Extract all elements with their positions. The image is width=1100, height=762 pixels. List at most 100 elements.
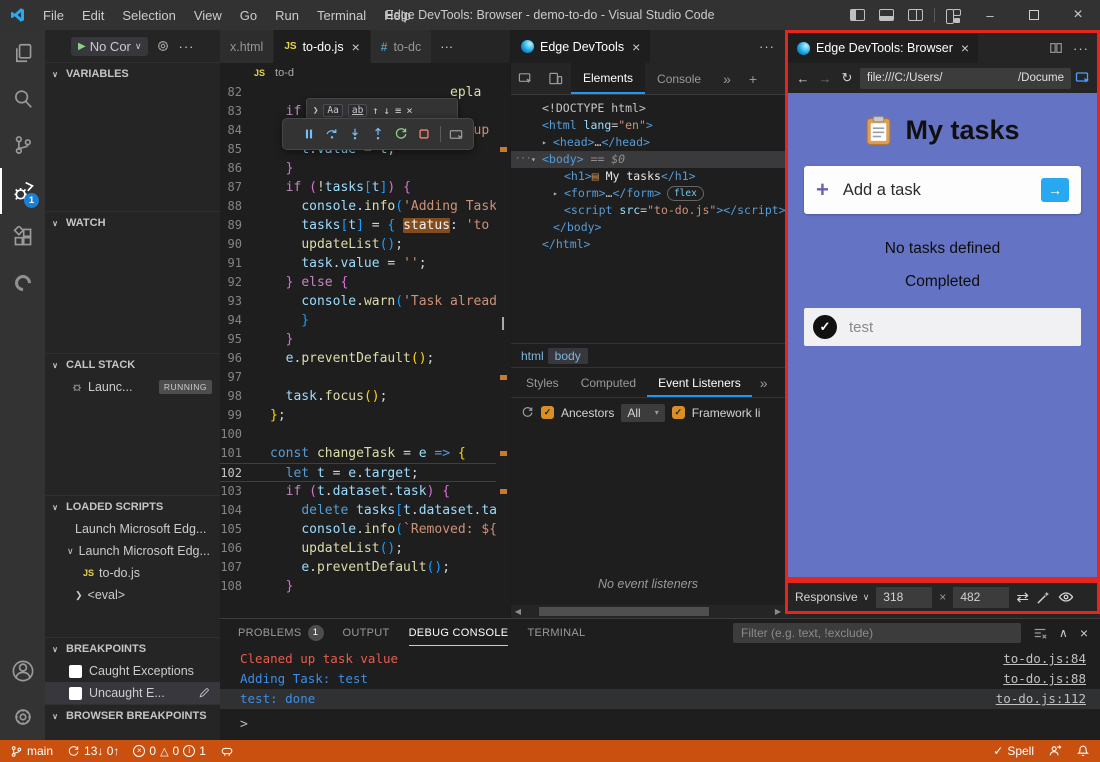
add-task-input[interactable]: Add a task xyxy=(843,181,921,200)
panel-tab-debug-console[interactable]: DEBUG CONSOLE xyxy=(409,619,509,646)
settings-gear-button[interactable] xyxy=(0,694,45,740)
task-done-icon[interactable]: ✓ xyxy=(813,315,837,339)
checked-checkbox-icon[interactable]: ✓ xyxy=(672,406,685,419)
back-icon[interactable]: ← xyxy=(794,71,812,86)
crumb-html[interactable]: html xyxy=(521,349,544,363)
pane-tab-styles[interactable]: Styles xyxy=(515,368,570,397)
list-item-launc[interactable]: Launc...RUNNING xyxy=(45,376,220,398)
listener-type-dropdown[interactable]: All ▾ xyxy=(621,404,664,422)
editor-tab-to-dc[interactable]: #to-dc xyxy=(371,30,432,63)
sidebar-item-run-and-debug[interactable]: 1 xyxy=(0,168,45,214)
list-item-eval[interactable]: ❯<eval> xyxy=(45,584,220,606)
sidebar-item-search[interactable] xyxy=(0,76,45,122)
checkbox[interactable] xyxy=(69,687,82,700)
toggle-sidebar-icon[interactable] xyxy=(850,9,865,21)
dom-node[interactable]: <html lang="en"> xyxy=(511,117,785,134)
minimize-button[interactable]: – xyxy=(968,0,1012,30)
viewport-height-input[interactable] xyxy=(953,587,1009,608)
editor-tab-x-html[interactable]: x.html xyxy=(220,30,274,63)
debug-settings-gear-icon[interactable] xyxy=(156,39,170,53)
list-item-uncaught-e[interactable]: Uncaught E... xyxy=(45,682,220,704)
scroll-right-icon[interactable]: ▶ xyxy=(771,607,785,616)
split-editor-icon[interactable] xyxy=(1049,41,1063,55)
dom-node[interactable]: ···▾<body> == $0 xyxy=(511,151,785,168)
debug-session-indicator[interactable] xyxy=(220,744,234,758)
url-bar[interactable]: file:///C:/Users/ /Docume xyxy=(860,68,1071,89)
twistie-icon[interactable]: ▸ xyxy=(542,134,553,151)
code-editor[interactable]: 82 epla83 if (t.value !== t) {84 console… xyxy=(220,83,510,618)
scrollbar-thumb[interactable] xyxy=(539,607,709,616)
step-into-icon[interactable] xyxy=(348,127,362,141)
console-row[interactable]: test: doneto-do.js:112 xyxy=(220,689,1100,709)
checkbox[interactable] xyxy=(69,665,82,678)
maximize-button[interactable] xyxy=(1012,0,1056,30)
task-item[interactable]: ✓ test xyxy=(804,308,1081,346)
find-in-selection-icon[interactable]: ≡ xyxy=(395,105,401,117)
rotate-viewport-icon[interactable]: ⇄ xyxy=(1016,588,1029,606)
toggle-secondary-sidebar-icon[interactable] xyxy=(908,9,923,21)
close-icon[interactable]: × xyxy=(632,39,640,55)
feedback-button[interactable] xyxy=(1048,744,1062,758)
list-item-launch-microsoft-edg[interactable]: ∨Launch Microsoft Edg... xyxy=(45,540,220,562)
breadcrumb[interactable]: JS to-d xyxy=(220,63,510,83)
start-debug-icon[interactable]: ▶ xyxy=(78,41,86,52)
panel-tab-terminal[interactable]: TERMINAL xyxy=(527,619,585,646)
toggle-panel-icon[interactable] xyxy=(879,9,894,21)
menu-selection[interactable]: Selection xyxy=(113,8,184,23)
editor-tab-to-do-js[interactable]: JSto-do.js× xyxy=(274,30,370,63)
horizontal-scrollbar[interactable]: ◀ ▶ xyxy=(511,605,785,618)
branch-indicator[interactable]: main xyxy=(10,744,53,758)
editor-tab-overflow[interactable]: ··· xyxy=(432,30,461,63)
panel-tab-output[interactable]: OUTPUT xyxy=(343,619,390,646)
screencast-icon[interactable] xyxy=(449,127,464,142)
scrollbar-track[interactable] xyxy=(525,607,771,616)
close-icon[interactable]: × xyxy=(961,40,969,56)
restart-icon[interactable] xyxy=(394,127,408,141)
match-case-icon[interactable]: Aa xyxy=(323,104,342,117)
section-header-call-stack[interactable]: ∨CALL STACK xyxy=(45,354,220,376)
problems-indicator[interactable]: × 0 △ 0 i 1 xyxy=(133,744,206,758)
customize-layout-icon[interactable] xyxy=(946,9,961,22)
add-tab-icon[interactable]: + xyxy=(741,63,765,94)
console-source-link[interactable]: to-do.js:112 xyxy=(996,689,1086,709)
spell-checker-status[interactable]: ✓ Spell xyxy=(993,744,1034,758)
dom-node[interactable]: <h1>▤ My tasks</h1> xyxy=(511,168,785,185)
crumb-body[interactable]: body xyxy=(548,348,588,364)
more-tabs-icon[interactable]: » xyxy=(715,63,739,94)
debug-config-dropdown[interactable]: ▶ No Cor ∨ xyxy=(71,37,148,56)
sidebar-item-explorer[interactable] xyxy=(0,30,45,76)
section-header-variables[interactable]: ∨VARIABLES xyxy=(45,63,220,85)
close-icon[interactable]: × xyxy=(352,39,360,55)
next-match-icon[interactable]: ↓ xyxy=(384,105,390,117)
list-item-launch-microsoft-edg[interactable]: Launch Microsoft Edg... xyxy=(45,518,220,540)
flex-badge[interactable]: flex xyxy=(667,186,704,201)
inspect-icon[interactable] xyxy=(1075,70,1091,86)
add-task-form[interactable]: + Add a task → xyxy=(804,166,1081,214)
whole-word-icon[interactable]: ab xyxy=(348,104,367,117)
menu-file[interactable]: File xyxy=(34,8,73,23)
menu-edit[interactable]: Edit xyxy=(73,8,113,23)
more-actions-icon[interactable]: ··· xyxy=(759,30,785,63)
list-item-caught-exceptions[interactable]: Caught Exceptions xyxy=(45,660,220,682)
maximize-panel-icon[interactable]: ∧ xyxy=(1059,626,1068,640)
viewport-width-input[interactable] xyxy=(876,587,932,608)
sidebar-item-edge-devtools[interactable] xyxy=(0,260,45,306)
console-filter-input[interactable] xyxy=(733,623,1021,643)
device-emulation-icon[interactable] xyxy=(541,63,569,94)
drag-handle[interactable] xyxy=(292,127,293,141)
console-source-link[interactable]: to-do.js:88 xyxy=(1003,669,1086,689)
sync-indicator[interactable]: 13↓ 0↑ xyxy=(67,744,119,758)
dom-node[interactable]: ▸<head>…</head> xyxy=(511,134,785,151)
sidebar-item-extensions[interactable] xyxy=(0,214,45,260)
console-row[interactable]: Adding Task: testto-do.js:88 xyxy=(220,669,1100,689)
menu-terminal[interactable]: Terminal xyxy=(308,8,375,23)
submit-task-button[interactable]: → xyxy=(1041,178,1069,202)
more-panes-icon[interactable]: » xyxy=(752,375,776,391)
close-icon[interactable]: × xyxy=(406,105,412,117)
overview-ruler[interactable] xyxy=(496,83,510,618)
section-header-breakpoints[interactable]: ∨BREAKPOINTS xyxy=(45,638,220,660)
dom-node[interactable]: </html> xyxy=(511,236,785,253)
more-actions-icon[interactable]: ··· xyxy=(178,39,194,54)
dom-node[interactable]: <!DOC­TYPE html> xyxy=(511,100,785,117)
pause-icon[interactable] xyxy=(302,127,316,141)
